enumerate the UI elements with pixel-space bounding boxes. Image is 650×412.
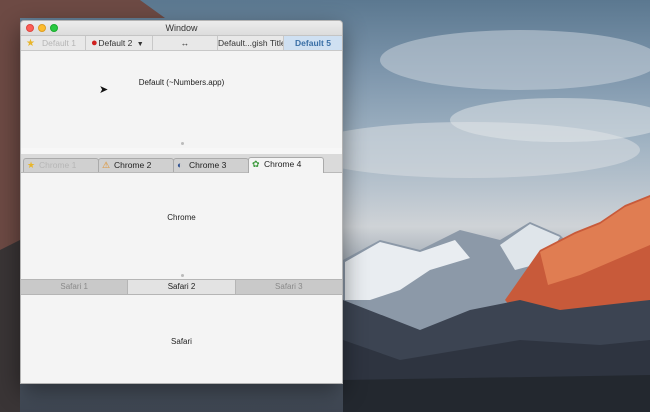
chrome-tab-4-label: Chrome 4 (264, 159, 302, 169)
safari-content-label: Safari (171, 337, 192, 346)
safari-tab-1-label: Safari 1 (60, 282, 88, 291)
globe-icon: ◐ (177, 160, 183, 170)
default-tab-bar: ★ Default 1 ● Default 2 ▼ ↔ Default...gi… (21, 36, 342, 51)
chrome-tab-3-label: Chrome 3 (189, 160, 227, 170)
chrome-tab-2-label: Chrome 2 (114, 160, 152, 170)
default-tab-4-label: Default...gish Title (218, 38, 284, 48)
safari-tab-1[interactable]: Safari 1 (21, 280, 129, 294)
minimize-window-button[interactable] (38, 24, 46, 32)
chrome-tab-2[interactable]: ⚠ Chrome 2 (98, 158, 174, 172)
chrome-tab-1[interactable]: ★ Chrome 1 (23, 158, 99, 172)
split-handle[interactable] (180, 274, 184, 277)
safari-tab-3[interactable]: Safari 3 (236, 280, 342, 294)
default-tab-4[interactable]: Default...gish Title (218, 36, 284, 50)
warning-icon: ⚠ (102, 160, 111, 170)
chevron-down-icon[interactable]: ▼ (137, 41, 144, 48)
star-icon: ★ (27, 160, 36, 170)
default-tab-3[interactable]: ↔ (153, 36, 218, 50)
window-title: Window (165, 23, 198, 33)
safari-tab-2[interactable]: Safari 2 (128, 280, 236, 294)
default-tab-1-label: Default 1 (41, 38, 77, 48)
safari-tab-3-label: Safari 3 (275, 282, 303, 291)
chrome-tab-4[interactable]: ✿ Chrome 4 (248, 157, 324, 173)
safari-tab-bar: Safari 1 Safari 2 Safari 3 (21, 279, 342, 295)
title-bar[interactable]: Window (21, 21, 342, 36)
safari-content-pane: Safari (21, 295, 342, 383)
default-content-pane: Default (~Numbers.app) (21, 51, 342, 148)
star-icon: ★ (26, 38, 35, 49)
chrome-tab-3[interactable]: ◐ Chrome 3 (173, 158, 249, 172)
mouse-pointer-icon: ➤ (99, 84, 109, 96)
chrome-tab-1-label: Chrome 1 (39, 160, 77, 170)
split-handle[interactable] (180, 142, 184, 145)
red-circle-icon: ● (91, 37, 98, 49)
close-window-button[interactable] (26, 24, 34, 32)
default-tab-5[interactable]: Default 5 (284, 36, 342, 50)
default-content-label: Default (~Numbers.app) (138, 78, 225, 87)
gear-icon: ✿ (252, 159, 260, 169)
chrome-tab-bar: ★ Chrome 1 ⚠ Chrome 2 ◐ Chrome 3 ✿ Chrom… (21, 154, 342, 173)
chrome-content-label: Chrome (167, 213, 196, 222)
zoom-window-button[interactable] (50, 24, 58, 32)
default-tab-5-label: Default 5 (295, 38, 331, 48)
app-window: Window ★ Default 1 ● Default 2 ▼ ↔ Defau… (20, 20, 343, 384)
default-tab-2[interactable]: ● Default 2 ▼ (86, 36, 153, 50)
default-tab-1[interactable]: ★ Default 1 (21, 36, 86, 50)
chrome-content-pane: Chrome (21, 173, 342, 279)
resize-arrows-icon: ↔ (180, 38, 190, 48)
safari-tab-2-label: Safari 2 (167, 282, 196, 291)
default-tab-2-label: Default 2 (98, 38, 133, 48)
